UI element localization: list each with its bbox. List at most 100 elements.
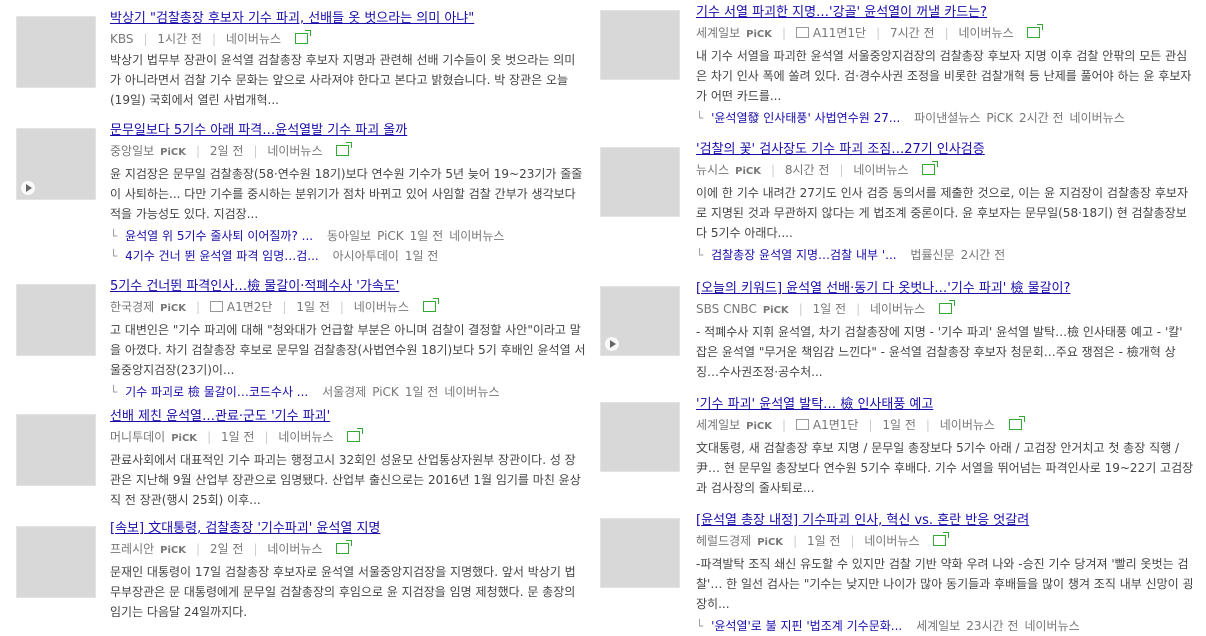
share-icon[interactable] — [1027, 24, 1044, 38]
news-meta: 중앙일보 PiCK | 2일 전 | 네이버뉴스 — [110, 142, 586, 162]
news-source[interactable]: 중앙일보 — [110, 144, 154, 158]
news-snippet: 관료사회에서 대표적인 기수 파괴는 행정고시 32회인 성윤모 산업통상자원부… — [110, 453, 581, 507]
news-thumbnail[interactable] — [16, 414, 96, 486]
related-arrow-icon: └ — [110, 229, 118, 243]
related-arrow-icon: └ — [696, 619, 704, 633]
news-source[interactable]: 한국경제 — [110, 300, 154, 314]
pick-badge: PiCK — [735, 166, 761, 177]
naver-news-link[interactable]: 네이버뉴스 — [958, 26, 1013, 40]
naver-news-link[interactable]: 네이버뉴스 — [267, 542, 322, 556]
related-arrow-icon: └ — [110, 249, 118, 263]
news-source[interactable]: 세계일보 — [696, 418, 740, 432]
news-thumbnail[interactable] — [600, 402, 680, 472]
news-title[interactable]: [윤석열 총장 내정] 기수파괴 인사, 혁신 vs. 혼란 반응 엇갈려 — [696, 512, 1196, 530]
news-thumbnail[interactable] — [16, 128, 96, 200]
related-news-item: └ 4기수 건너 뛴 윤석열 파격 임명…검... 아시아투데이 1일 전 — [110, 246, 586, 266]
naver-news-link[interactable]: 네이버뉴스 — [870, 302, 925, 316]
news-title[interactable]: 기수 서열 파괴한 지명…'강골' 윤석열이 꺼낼 카드는? — [696, 4, 1196, 22]
news-title[interactable]: [오늘의 키워드] 윤석열 선배·동기 다 옷벗나…'기수 파괴' 檢 물갈이? — [696, 280, 1196, 298]
news-meta: 세계일보 PiCK | A11면1단 | 7시간 전 | 네이버뉴스 — [696, 24, 1196, 44]
news-title[interactable]: '기수 파괴' 윤석열 발탁… 檢 인사태풍 예고 — [696, 396, 1196, 414]
news-meta: 머니투데이 PiCK | 1일 전 | 네이버뉴스 — [110, 428, 586, 448]
news-meta: 뉴시스 PiCK | 8시간 전 | 네이버뉴스 — [696, 161, 1196, 181]
news-source[interactable]: 프레시안 — [110, 542, 154, 556]
news-title[interactable]: 박상기 "검찰총장 후보자 기수 파괴, 선배들 옷 벗으라는 의미 아냐" — [110, 10, 586, 28]
news-source[interactable]: KBS — [110, 32, 134, 46]
naver-news-link[interactable]: 네이버뉴스 — [444, 385, 499, 399]
share-icon[interactable] — [336, 142, 353, 156]
news-snippet: 이에 한 기수 내려간 27기도 인사 검증 동의서를 제출한 것으로, 이는 … — [696, 186, 1189, 240]
news-title[interactable]: [속보] 文대통령, 검찰총장 '기수파괴' 윤석열 지명 — [110, 520, 586, 538]
news-time: 8시간 전 — [784, 163, 830, 177]
related-title[interactable]: '윤석열發 인사태풍' 사법연수원 27... — [711, 111, 900, 125]
share-icon[interactable] — [294, 30, 311, 44]
news-thumbnail[interactable] — [16, 284, 96, 356]
pick-badge: PiCK — [160, 147, 187, 158]
share-icon[interactable] — [939, 300, 955, 314]
naver-news-link[interactable]: 네이버뉴스 — [267, 144, 322, 158]
related-title[interactable]: 기수 파괴로 檢 물갈이…코드수사 ... — [125, 385, 308, 399]
news-snippet: -파격발탁 조직 쇄신 유도할 수 있지만 검찰 기반 약화 우려 나와 -승진… — [696, 557, 1194, 611]
share-icon[interactable] — [422, 298, 439, 312]
play-icon[interactable] — [605, 337, 619, 351]
pick-badge: PiCK — [171, 433, 198, 444]
pick-badge: PiCK — [746, 29, 773, 40]
related-news-item: └ 검찰총장 윤석열 지명…검찰 내부 '... 법률신문 2시간 전 — [696, 245, 1196, 265]
related-source[interactable]: 서울경제 — [322, 385, 366, 399]
news-source[interactable]: 헤럴드경제 — [696, 534, 751, 548]
naver-news-link[interactable]: 네이버뉴스 — [1024, 619, 1079, 633]
news-source[interactable]: 머니투데이 — [110, 430, 165, 444]
news-time: 1일 전 — [812, 302, 847, 316]
news-thumbnail[interactable] — [600, 147, 680, 217]
news-snippet: 윤 지검장은 문무일 검찰총장(58·연수원 18기)보다 연수원 기수가 5년… — [110, 167, 583, 221]
related-source[interactable]: 법률신문 — [910, 248, 954, 262]
naver-news-link[interactable]: 네이버뉴스 — [226, 32, 281, 46]
news-time: 7시간 전 — [889, 26, 935, 40]
naver-news-link[interactable]: 네이버뉴스 — [864, 534, 919, 548]
related-source[interactable]: 아시아투데이 — [333, 249, 399, 263]
pick-badge: PiCK — [762, 305, 789, 316]
related-time: 1일 전 — [404, 249, 439, 263]
naver-news-link[interactable]: 네이버뉴스 — [354, 300, 409, 314]
news-snippet: 내 기수 서열을 파괴한 윤석열 서울중앙지검장의 검찰총장 후보자 지명 이후… — [696, 49, 1192, 103]
news-time: 2일 전 — [209, 144, 244, 158]
news-time: 1일 전 — [296, 300, 330, 314]
related-source[interactable]: 세계일보 — [916, 619, 960, 633]
related-title[interactable]: 윤석열 위 5기수 줄사퇴 이어질까? ... — [125, 229, 313, 243]
share-icon[interactable] — [347, 428, 364, 442]
news-thumbnail[interactable] — [600, 518, 680, 588]
news-source[interactable]: 세계일보 — [696, 26, 740, 40]
naver-news-link[interactable]: 네이버뉴스 — [278, 430, 333, 444]
print-position: A11면1단 — [812, 26, 867, 40]
news-thumbnail[interactable] — [600, 286, 680, 356]
naver-news-link[interactable]: 네이버뉴스 — [449, 229, 504, 243]
share-icon[interactable] — [336, 540, 353, 554]
naver-news-link[interactable]: 네이버뉴스 — [853, 163, 908, 177]
news-meta: KBS | 1시간 전 | 네이버뉴스 — [110, 30, 586, 48]
share-icon[interactable] — [933, 532, 950, 546]
news-meta: 세계일보 PiCK | A1면1단 | 1일 전 | 네이버뉴스 — [696, 416, 1196, 436]
related-title[interactable]: 4기수 건너 뛴 윤석열 파격 임명…검... — [125, 249, 319, 263]
news-snippet: 고 대변인은 "기수 파괴에 대해 "청와대가 언급할 부분은 아니며 검찰이 … — [110, 323, 586, 377]
news-title[interactable]: 5기수 건너뛴 파격인사…檢 물갈이·적폐수사 '가속도' — [110, 278, 586, 296]
news-meta: 프레시안 PiCK | 2일 전 | 네이버뉴스 — [110, 540, 586, 560]
news-source[interactable]: 뉴시스 — [696, 163, 729, 177]
news-thumbnail[interactable] — [16, 526, 96, 598]
news-title[interactable]: 선배 제친 윤석열…관료·군도 '기수 파괴' — [110, 408, 586, 426]
play-icon[interactable] — [21, 181, 35, 195]
related-source[interactable]: 파이낸셜뉴스 — [914, 111, 980, 125]
news-snippet: 문재인 대통령이 17일 검찰총장 후보자로 윤석열 서울중앙지검장을 지명했다… — [110, 565, 576, 619]
related-source[interactable]: 동아일보 — [327, 229, 371, 243]
share-icon[interactable] — [922, 161, 939, 175]
news-title[interactable]: '검찰의 꽃' 검사장도 기수 파괴 조짐…27기 인사검증 — [696, 141, 1196, 159]
news-title[interactable]: 문무일보다 5기수 아래 파격…윤석열발 기수 파괴 올까 — [110, 122, 586, 140]
pick-badge: PiCK — [372, 385, 399, 399]
related-title[interactable]: '윤석열'로 불 지핀 '법조계 기수문화... — [711, 619, 902, 633]
naver-news-link[interactable]: 네이버뉴스 — [940, 418, 995, 432]
naver-news-link[interactable]: 네이버뉴스 — [1070, 111, 1125, 125]
news-source[interactable]: SBS CNBC — [696, 302, 757, 316]
related-title[interactable]: 검찰총장 윤석열 지명…검찰 내부 '... — [711, 248, 897, 262]
news-thumbnail[interactable] — [600, 10, 680, 80]
share-icon[interactable] — [1008, 416, 1025, 430]
news-thumbnail[interactable] — [16, 16, 96, 88]
